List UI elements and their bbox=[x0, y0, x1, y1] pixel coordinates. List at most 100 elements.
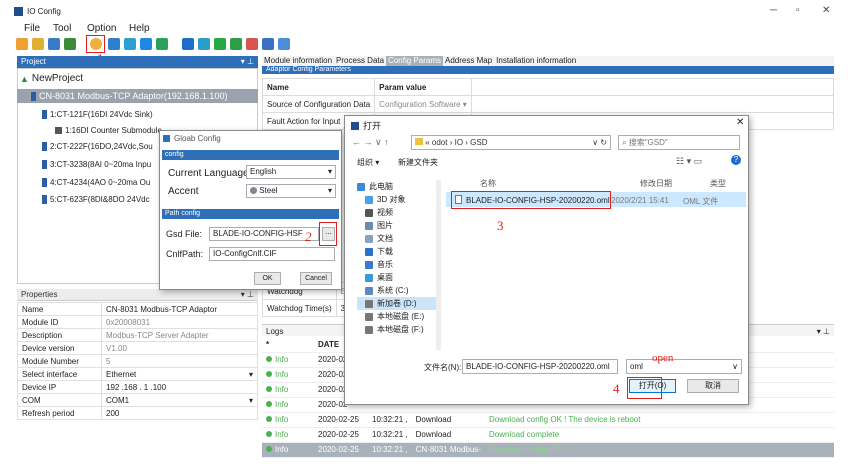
monitor-icon[interactable] bbox=[182, 38, 194, 50]
tree-module-5[interactable]: 5:CT-623F(8DI&8DO 24Vdc bbox=[42, 195, 150, 204]
help-icon[interactable]: ? bbox=[731, 155, 741, 165]
file-date: 2020/2/21 15:41 bbox=[611, 196, 669, 205]
menu-tool[interactable]: Tool bbox=[53, 23, 71, 34]
language-select[interactable]: English ▾ bbox=[246, 165, 336, 179]
open-dialog-title: 打开 bbox=[351, 119, 381, 132]
project-panel-header: Project ▾ ⊥ bbox=[17, 56, 258, 68]
menu-help[interactable]: Help bbox=[129, 23, 150, 34]
log-row: Info 2020-02-25 10:32:21 , CN-8031 Modbus- D… bbox=[262, 442, 834, 458]
prop-row[interactable]: Device IP 192 .168 . 1 .100 bbox=[17, 380, 258, 394]
search-input[interactable]: ⌕ 搜索"GSD" bbox=[618, 135, 740, 150]
language-label: Current Language bbox=[168, 168, 249, 179]
col-name: Name bbox=[261, 78, 376, 96]
layout-icon[interactable] bbox=[278, 38, 290, 50]
tree-module-4[interactable]: 4:CT-4234(4AO 0~20ma Ou bbox=[42, 178, 150, 187]
search-icon[interactable] bbox=[108, 38, 120, 50]
prop-row: Module ID 0x20008031 bbox=[17, 315, 258, 329]
accent-label: Accent bbox=[168, 186, 199, 197]
prop-row: Description Modbus-TCP Server Adapter bbox=[17, 328, 258, 342]
module-icon bbox=[42, 142, 47, 151]
nav-pictures[interactable]: 图片 bbox=[357, 219, 437, 232]
nav-drive-f[interactable]: 本地磁盘 (F:) bbox=[357, 323, 437, 336]
window-icon[interactable] bbox=[262, 38, 274, 50]
open-folder-icon[interactable] bbox=[32, 38, 44, 50]
open-dialog-close-button[interactable]: ✕ bbox=[736, 117, 744, 128]
prop-row[interactable]: Refresh period 200 bbox=[17, 406, 258, 420]
tree-root[interactable]: ▲ NewProject bbox=[20, 73, 83, 84]
nav-documents[interactable]: 文档 bbox=[357, 232, 437, 245]
annotation-box-4 bbox=[627, 377, 662, 399]
cancel-button[interactable]: Cancel bbox=[300, 272, 332, 285]
tree-module-2[interactable]: 2:CT-222F(16DO,24Vdc,Sou bbox=[42, 142, 153, 151]
col-name-header[interactable]: 名称 bbox=[480, 178, 496, 189]
nav-downloads[interactable]: 下载 bbox=[357, 245, 437, 258]
address-bar[interactable]: « odot › IO › GSD ∨ ↻ bbox=[411, 135, 611, 150]
upload-icon[interactable] bbox=[124, 38, 136, 50]
prop-row: Name CN-8031 Modbus-TCP Adaptor bbox=[17, 302, 258, 316]
gloab-dialog-title: Gloab Config bbox=[163, 134, 221, 143]
filename-input[interactable]: BLADE-IO-CONFIG-HSP-20200220.oml∨ bbox=[462, 359, 618, 374]
delete-icon[interactable] bbox=[246, 38, 258, 50]
gloab-config-section: config bbox=[162, 150, 339, 160]
close-button[interactable]: ✕ bbox=[822, 5, 830, 16]
annotation-2: 2 bbox=[305, 229, 312, 244]
log-row: Info 2020-02-25 10:32:21 , Download Download… bbox=[262, 412, 834, 428]
nav-music[interactable]: 音乐 bbox=[357, 258, 437, 271]
cnlf-path-input[interactable]: IO-ConfigCnlf.CIF bbox=[209, 247, 335, 261]
print-icon[interactable] bbox=[198, 38, 210, 50]
config-subheader: Adaptor Config Parameters bbox=[262, 66, 834, 74]
search-icon: ⌕ bbox=[622, 138, 627, 147]
main-tabs: Module information Process Data Config Par… bbox=[262, 56, 834, 66]
new-project-icon[interactable] bbox=[16, 38, 28, 50]
window-title: IO Config bbox=[27, 7, 61, 16]
accent-select[interactable]: Steel ▾ bbox=[246, 184, 336, 198]
file-type-filter[interactable]: oml ∨ bbox=[626, 359, 742, 374]
cancel-open-button[interactable]: 取消 bbox=[687, 379, 739, 393]
menu-option[interactable]: Option bbox=[87, 23, 116, 34]
view-options[interactable]: ☷ ▾ ▭ bbox=[676, 156, 702, 167]
module-icon bbox=[42, 110, 47, 119]
module-icon bbox=[42, 178, 47, 187]
nav-videos[interactable]: 视频 bbox=[357, 206, 437, 219]
maximize-button[interactable]: ▫ bbox=[796, 5, 800, 16]
gsd-file-label: Gsd File: bbox=[166, 229, 203, 239]
tree-submodule[interactable]: 1:16DI Counter Submodule bbox=[55, 126, 162, 135]
folder-icon bbox=[415, 138, 423, 145]
color-swatch bbox=[250, 187, 257, 195]
refresh-icon[interactable] bbox=[214, 38, 226, 50]
nav-drive-c[interactable]: 系统 (C:) bbox=[357, 284, 437, 297]
tab-config-params[interactable]: Config Params bbox=[386, 56, 443, 66]
tree-module-3[interactable]: 3:CT-3238(8AI 0~20ma Inpu bbox=[42, 160, 151, 169]
save-icon[interactable] bbox=[48, 38, 60, 50]
tab-process-data[interactable]: Process Data bbox=[334, 56, 386, 66]
tab-installation-information[interactable]: Installation information bbox=[494, 56, 578, 66]
upload-green-icon[interactable] bbox=[230, 38, 242, 50]
tree-module-1[interactable]: 1:CT-121F(16DI 24Vdc Sink) bbox=[42, 110, 153, 119]
nav-this-pc[interactable]: 此电脑 bbox=[357, 180, 437, 193]
download-icon[interactable] bbox=[140, 38, 152, 50]
ok-button[interactable]: OK bbox=[254, 272, 281, 285]
tree-adaptor[interactable]: CN-8031 Modbus-TCP Adaptor(192.168.1.100… bbox=[17, 89, 258, 103]
prop-row[interactable]: COM COM1 ▾ bbox=[17, 393, 258, 407]
config-row[interactable]: Source of Configuration Data Configuratio… bbox=[261, 95, 835, 113]
save-as-icon[interactable] bbox=[64, 38, 76, 50]
nav-desktop[interactable]: 桌面 bbox=[357, 271, 437, 284]
nav-drive-d[interactable]: 新加卷 (D:) bbox=[357, 297, 437, 310]
annotation-open: open bbox=[652, 352, 674, 364]
nav-scrollbar[interactable] bbox=[436, 180, 441, 350]
col-date-header[interactable]: 修改日期 bbox=[640, 178, 672, 189]
menu-file[interactable]: File bbox=[24, 23, 40, 34]
gsd-file-input[interactable]: BLADE-IO-CONFIG-HSF bbox=[209, 227, 319, 241]
nav-buttons[interactable]: ← → ∨ ↑ bbox=[352, 137, 389, 148]
tab-address-map[interactable]: Address Map bbox=[443, 56, 494, 66]
nav-drive-e[interactable]: 本地磁盘 (E:) bbox=[357, 310, 437, 323]
prop-row[interactable]: Select interface Ethernet ▾ bbox=[17, 367, 258, 381]
minimize-button[interactable]: ─ bbox=[770, 5, 777, 16]
compare-icon[interactable] bbox=[156, 38, 168, 50]
col-type-header[interactable]: 类型 bbox=[710, 178, 726, 189]
tab-module-information[interactable]: Module information bbox=[262, 56, 334, 66]
nav-3d-objects[interactable]: 3D 对象 bbox=[357, 193, 437, 206]
app-icon bbox=[351, 121, 359, 130]
new-folder-button[interactable]: 新建文件夹 bbox=[398, 157, 438, 168]
organize-button[interactable]: 组织 ▾ bbox=[357, 157, 379, 168]
